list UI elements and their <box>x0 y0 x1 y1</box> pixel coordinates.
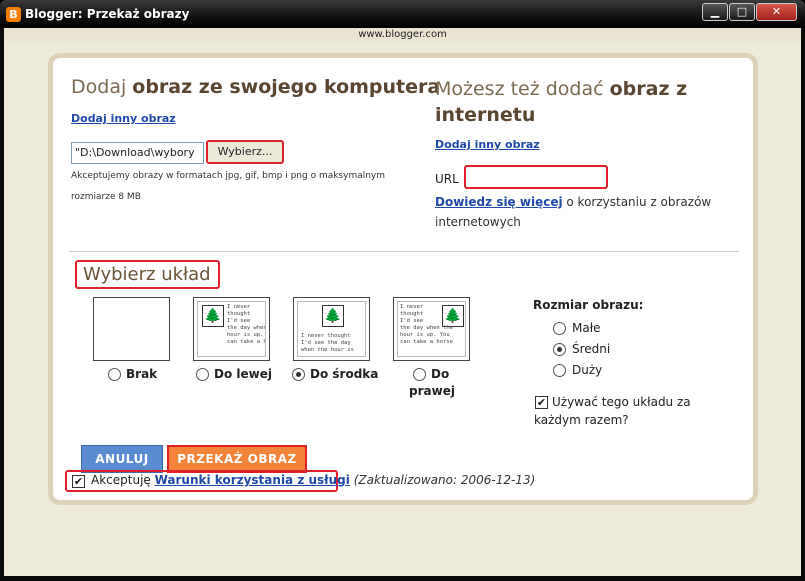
url-label: URL <box>435 172 459 186</box>
computer-heading: Dodaj obraz ze swojego komputera <box>71 76 441 98</box>
size-radio-medium[interactable] <box>553 343 566 356</box>
thumb-text: I never thought I'd see the day when the… <box>301 333 354 353</box>
thumb-text: I never thought I'd see the day when the… <box>227 304 266 345</box>
upload-image-button[interactable]: PRZEKAŻ OBRAZ <box>167 445 307 473</box>
layout-radio-none[interactable] <box>108 368 121 381</box>
url-bar: www.blogger.com <box>4 28 801 41</box>
max-size-text: rozmiarze 8 MB <box>71 192 141 202</box>
learn-more-link[interactable]: Dowiedz się więcej <box>435 195 563 209</box>
cancel-button[interactable]: ANULUJ <box>81 445 163 473</box>
size-label-medium: Średni <box>572 342 611 356</box>
layout-label-right-line2: prawej <box>409 384 455 398</box>
section-divider <box>69 251 739 252</box>
size-radio-large[interactable] <box>553 364 566 377</box>
tree-image-icon: 🌲 <box>322 305 344 327</box>
layout-label-left: Do lewej <box>214 367 272 381</box>
browse-button[interactable]: Wybierz... <box>206 140 284 164</box>
url-input[interactable] <box>464 165 608 189</box>
learn-more-text: Dowiedz się więcej o korzystaniu z obraz… <box>435 195 712 229</box>
layout-thumb-left[interactable]: 🌲 I never thought I'd see the day when t… <box>193 297 270 361</box>
layout-thumb-right[interactable]: 🌲 I never thought I'd see the day when t… <box>393 297 470 361</box>
layout-label-none: Brak <box>126 367 158 381</box>
terms-of-service-link[interactable]: Warunki korzystania z usługi <box>155 473 350 487</box>
blogger-logo-icon: B <box>6 7 21 22</box>
file-path-input[interactable]: "D:\Download\wybory <box>71 142 204 164</box>
thumb-text: I never thought I'd see the day when the… <box>400 304 453 345</box>
upload-panel: Dodaj obraz ze swojego komputera Dodaj i… <box>48 53 758 505</box>
internet-heading: Możesz też dodać obraz z internetu <box>435 78 688 126</box>
browser-window: B Blogger: Przekaż obrazy ▁ □ ✕ www.blog… <box>0 0 805 581</box>
layout-label-center: Do środka <box>310 367 379 381</box>
layout-radio-right[interactable] <box>413 368 426 381</box>
add-another-internet-link[interactable]: Dodaj inny obraz <box>435 138 540 151</box>
minimize-button[interactable]: ▁ <box>702 3 728 21</box>
size-label-small: Małe <box>572 321 601 335</box>
close-button[interactable]: ✕ <box>756 3 797 21</box>
page-content: Dodaj obraz ze swojego komputera Dodaj i… <box>4 41 801 576</box>
tree-image-icon: 🌲 <box>202 305 224 327</box>
title-bar: B Blogger: Przekaż obrazy ▁ □ ✕ <box>0 0 805 28</box>
layout-radio-left[interactable] <box>196 368 209 381</box>
add-another-computer-link[interactable]: Dodaj inny obraz <box>71 112 176 125</box>
remember-layout-label: Używać tego układu za każdym razem? <box>534 395 691 427</box>
maximize-button[interactable]: □ <box>729 3 755 21</box>
window-title: Blogger: Przekaż obrazy <box>25 7 190 21</box>
layout-title: Wybierz układ <box>75 260 220 289</box>
layout-thumb-center[interactable]: 🌲 I never thought I'd see the day when t… <box>293 297 370 361</box>
size-label-large: Duży <box>572 363 603 377</box>
formats-text: Akceptujemy obrazy w formatach jpg, gif,… <box>71 171 386 181</box>
layout-thumb-none[interactable] <box>93 297 170 361</box>
layout-radio-center[interactable] <box>292 368 305 381</box>
layout-label-right: Do <box>431 367 450 381</box>
accept-terms-checkbox[interactable]: ✔ <box>72 475 85 488</box>
accept-terms-text: Akceptuję Warunki korzystania z usługi (… <box>91 473 536 487</box>
image-size-heading: Rozmiar obrazu: <box>533 298 644 312</box>
size-radio-small[interactable] <box>553 322 566 335</box>
